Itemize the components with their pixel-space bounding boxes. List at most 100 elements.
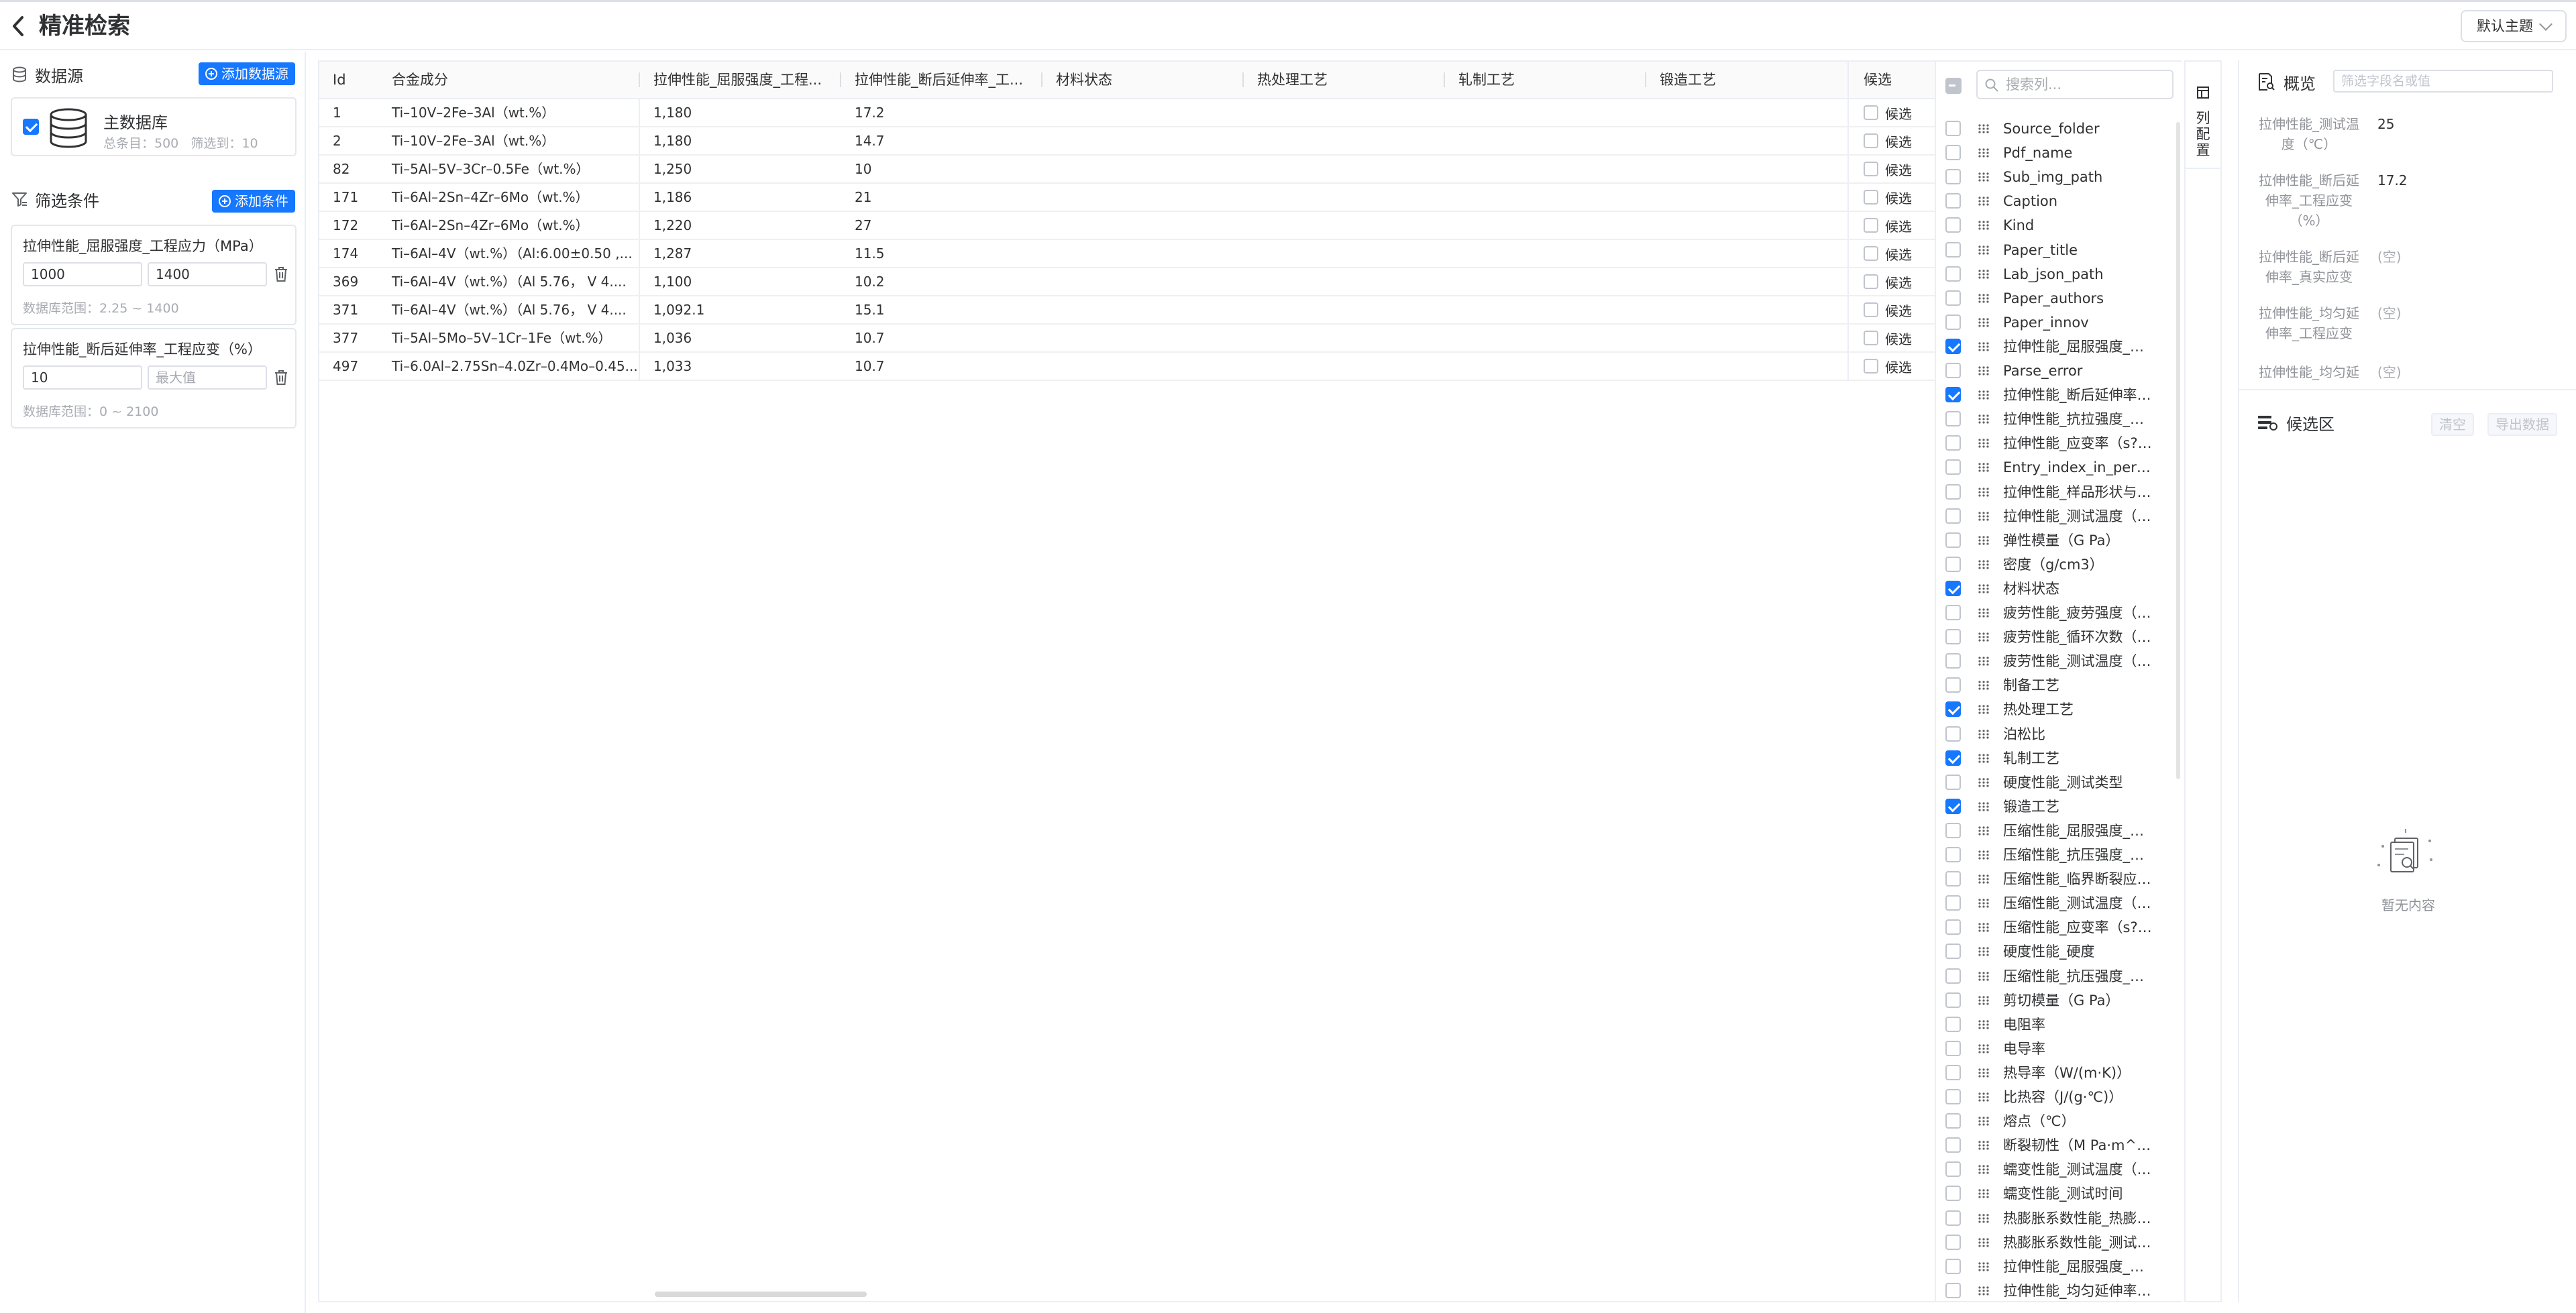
vertical-scrollbar[interactable] (2176, 122, 2180, 779)
candidate-toggle[interactable]: 候选 (1847, 353, 1935, 380)
drag-handle-icon[interactable] (1978, 1068, 1990, 1078)
drag-handle-icon[interactable] (1978, 608, 1990, 618)
column-checkbox[interactable] (1945, 1137, 1961, 1153)
column-checkbox[interactable] (1945, 677, 1961, 693)
table-row[interactable]: 174 Ti–6Al–4V（wt.%）（Al:6.00±0.50 ,... 1,28… (319, 240, 1935, 268)
drag-handle-icon[interactable] (1978, 1141, 1990, 1150)
column-option[interactable]: 断裂韧性（M Pa·m^0 5） (1936, 1133, 2174, 1157)
drag-handle-icon[interactable] (1978, 463, 1990, 472)
drag-handle-icon[interactable] (1978, 511, 1990, 521)
candidate-checkbox[interactable] (1864, 274, 1878, 289)
column-checkbox[interactable] (1945, 919, 1961, 935)
column-checkbox[interactable] (1945, 266, 1961, 282)
drag-handle-icon[interactable] (1978, 632, 1990, 642)
horizontal-scrollbar[interactable] (655, 1292, 867, 1297)
drag-handle-icon[interactable] (1978, 1044, 1990, 1053)
column-option[interactable]: 拉伸性能_样品形状与尺... (1936, 480, 2174, 504)
column-option[interactable]: 压缩性能_抗压强度_真... (1936, 964, 2174, 988)
column-header[interactable]: 拉伸性能_断后延伸率_工... (841, 62, 1042, 98)
add-filter-button[interactable]: 添加条件 (212, 190, 295, 213)
candidate-checkbox[interactable] (1864, 162, 1878, 176)
candidate-toggle[interactable]: 候选 (1847, 240, 1935, 267)
column-option[interactable]: 熔点（℃） (1936, 1109, 2174, 1133)
column-option[interactable]: 热处理工艺 (1936, 697, 2174, 722)
column-option[interactable]: 热膨胀系数性能_测试温... (1936, 1231, 2174, 1255)
column-checkbox[interactable] (1945, 822, 1961, 838)
column-option[interactable]: 压缩性能_测试温度（℃... (1936, 891, 2174, 915)
candidate-checkbox[interactable] (1864, 105, 1878, 120)
column-option[interactable]: Parse_error (1936, 359, 2174, 383)
select-all-columns-checkbox[interactable] (1945, 78, 1962, 94)
drag-handle-icon[interactable] (1978, 124, 1990, 133)
column-option[interactable]: Paper_title (1936, 238, 2174, 262)
column-option[interactable]: 压缩性能_临界断裂应变... (1936, 867, 2174, 891)
column-config-tab[interactable]: 列配置 (2184, 60, 2222, 1302)
column-header[interactable]: 材料状态 (1042, 62, 1244, 98)
column-checkbox[interactable] (1945, 193, 1961, 209)
export-data-button[interactable]: 导出数据 (2487, 413, 2557, 436)
trash-icon[interactable] (274, 266, 288, 282)
column-option[interactable]: 制备工艺 (1936, 673, 2174, 697)
drag-handle-icon[interactable] (1978, 899, 1990, 908)
column-option[interactable]: Paper_innov (1936, 310, 2174, 335)
column-checkbox[interactable] (1945, 629, 1961, 645)
drag-handle-icon[interactable] (1978, 729, 1990, 739)
column-option[interactable]: 疲劳性能_疲劳强度（M ... (1936, 601, 2174, 625)
drag-handle-icon[interactable] (1978, 1189, 1990, 1198)
table-row[interactable]: 171 Ti–6Al–2Sn–4Zr–6Mo（wt.%） 1,186 21 候选 (319, 184, 1935, 212)
column-option[interactable]: 压缩性能_抗压强度_工... (1936, 843, 2174, 867)
filter-min-input[interactable]: 10 (23, 365, 142, 390)
column-option[interactable]: 硬度性能_测试类型 (1936, 770, 2174, 795)
column-search-input[interactable]: 搜索列... (1976, 70, 2174, 99)
column-checkbox[interactable] (1945, 1016, 1961, 1032)
column-checkbox[interactable] (1945, 145, 1961, 161)
candidate-toggle[interactable]: 候选 (1847, 127, 1935, 154)
candidate-checkbox[interactable] (1864, 331, 1878, 345)
column-checkbox[interactable] (1945, 774, 1961, 790)
drag-handle-icon[interactable] (1978, 245, 1990, 255)
drag-handle-icon[interactable] (1978, 342, 1990, 351)
column-option[interactable]: 拉伸性能_测试温度（℃... (1936, 504, 2174, 528)
column-option[interactable]: 蠕变性能_测试温度（℃... (1936, 1157, 2174, 1182)
candidate-checkbox[interactable] (1864, 133, 1878, 148)
column-checkbox[interactable] (1945, 387, 1961, 403)
column-header[interactable]: 锻造工艺 (1646, 62, 1847, 98)
drag-handle-icon[interactable] (1978, 923, 1990, 932)
drag-handle-icon[interactable] (1978, 995, 1990, 1005)
drag-handle-icon[interactable] (1978, 536, 1990, 545)
drag-handle-icon[interactable] (1978, 1262, 1990, 1271)
column-option[interactable]: 热膨胀系数性能_热膨胀... (1936, 1206, 2174, 1231)
clear-button[interactable]: 清空 (2431, 413, 2474, 436)
column-checkbox[interactable] (1945, 750, 1961, 766)
column-option[interactable]: 密度（g/cm3） (1936, 553, 2174, 577)
column-checkbox[interactable] (1945, 1234, 1961, 1250)
drag-handle-icon[interactable] (1978, 390, 1990, 400)
candidate-checkbox[interactable] (1864, 246, 1878, 261)
column-checkbox[interactable] (1945, 290, 1961, 306)
column-checkbox[interactable] (1945, 944, 1961, 960)
candidate-toggle[interactable]: 候选 (1847, 184, 1935, 211)
filter-max-input[interactable]: 1400 (148, 262, 267, 286)
trash-icon[interactable] (274, 369, 288, 386)
drag-handle-icon[interactable] (1978, 826, 1990, 836)
column-option[interactable]: 蠕变性能_测试时间 (1936, 1182, 2174, 1206)
drag-handle-icon[interactable] (1978, 148, 1990, 158)
column-checkbox[interactable] (1945, 121, 1961, 136)
column-option[interactable]: Caption (1936, 189, 2174, 213)
column-header[interactable]: 热处理工艺 (1244, 62, 1445, 98)
column-checkbox[interactable] (1945, 1064, 1961, 1080)
drag-handle-icon[interactable] (1978, 778, 1990, 787)
column-header[interactable]: Id (319, 62, 378, 98)
overview-filter-input[interactable]: 筛选字段名或值 (2333, 70, 2553, 93)
drag-handle-icon[interactable] (1978, 439, 1990, 448)
column-option[interactable]: 压缩性能_屈服强度_工... (1936, 819, 2174, 843)
column-checkbox[interactable] (1945, 580, 1961, 596)
column-checkbox[interactable] (1945, 895, 1961, 911)
column-option[interactable]: 疲劳性能_循环次数（次... (1936, 625, 2174, 649)
table-row[interactable]: 369 Ti–6Al–4V（wt.%）（Al 5.76， V 4.... 1,100… (319, 268, 1935, 296)
column-option[interactable]: Pdf_name (1936, 141, 2174, 165)
column-option[interactable]: 压缩性能_应变率（s?1） (1936, 915, 2174, 939)
column-checkbox[interactable] (1945, 459, 1961, 475)
column-option[interactable]: 拉伸性能_屈服强度_真... (1936, 1255, 2174, 1279)
filter-min-input[interactable]: 1000 (23, 262, 142, 286)
